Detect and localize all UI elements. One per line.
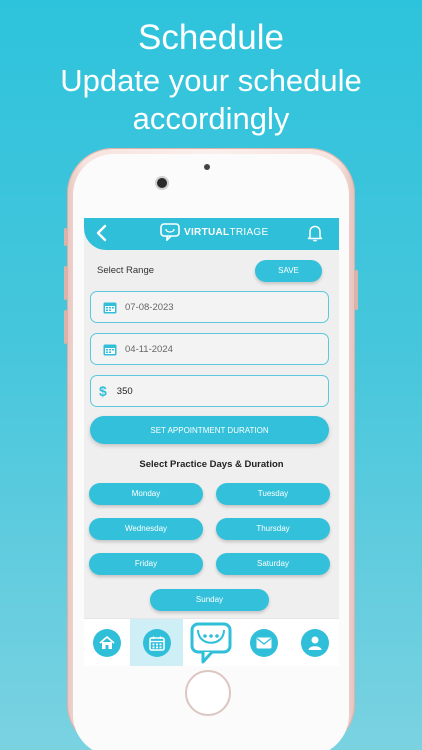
promo-subtitle: Update your schedule accordingly [60,63,362,136]
phone-volume-down [64,310,67,344]
tab-messages[interactable] [238,619,290,666]
select-range-label: Select Range [97,265,155,276]
start-date-value: 07-08-2023 [125,301,174,313]
calendar-icon [148,636,165,651]
logo-text-bold: VIRTUAL [184,226,230,238]
calendar-icon [103,302,117,313]
chevron-left-icon [96,224,107,242]
dollar-icon: $ [99,383,107,399]
end-date-field[interactable]: 04-11-2024 [90,333,329,365]
day-button-thursday[interactable]: Thursday [216,518,330,540]
end-date-value: 04-11-2024 [125,343,173,355]
day-button-friday[interactable]: Friday [89,553,203,575]
notification-button[interactable] [307,224,323,247]
mail-icon [256,637,272,649]
chat-stethoscope-icon [190,622,231,664]
tab-home[interactable] [84,619,130,666]
day-button-sunday[interactable]: Sunday [150,589,269,611]
messages-tab-badge [250,629,278,657]
phone-mute-switch [64,228,67,246]
phone-power-button [355,270,358,310]
profile-icon [308,636,321,650]
bell-icon [307,225,323,242]
tab-schedule[interactable] [130,619,183,666]
app-screen: VIRTUALTRIAGE Select Range SAVE 07-08-20… [84,218,339,666]
day-button-saturday[interactable]: Saturday [216,553,330,575]
back-button[interactable] [94,223,114,245]
app-header: VIRTUALTRIAGE [84,218,339,250]
phone-speaker [204,164,210,170]
save-button[interactable]: SAVE [255,260,322,282]
bottom-tab-bar [84,618,339,666]
schedule-tab-badge [142,629,171,657]
chat-logo-icon [160,223,180,241]
fee-value: 350 [116,385,133,397]
day-button-tuesday[interactable]: Tuesday [216,483,330,505]
day-button-monday[interactable]: Monday [89,483,203,505]
set-appointment-duration-button[interactable]: SET APPOINTMENT DURATION [90,416,329,444]
promo-title: Schedule [138,18,284,57]
home-icon [99,636,115,649]
home-tab-badge [93,629,121,657]
phone-camera [157,178,167,188]
calendar-icon [103,344,117,355]
day-button-wednesday[interactable]: Wednesday [89,518,203,540]
fee-field[interactable]: $ 350 [90,375,329,407]
profile-tab-badge [300,629,329,657]
practice-days-title: Select Practice Days & Duration [139,459,284,470]
start-date-field[interactable]: 07-08-2023 [90,291,329,323]
logo-text-light: TRIAGE [229,226,269,238]
app-logo: VIRTUALTRIAGE [160,223,268,241]
phone-home-button[interactable] [185,670,231,716]
phone-volume-up [64,266,67,300]
tab-consult[interactable] [183,619,238,666]
tab-profile[interactable] [290,619,339,666]
